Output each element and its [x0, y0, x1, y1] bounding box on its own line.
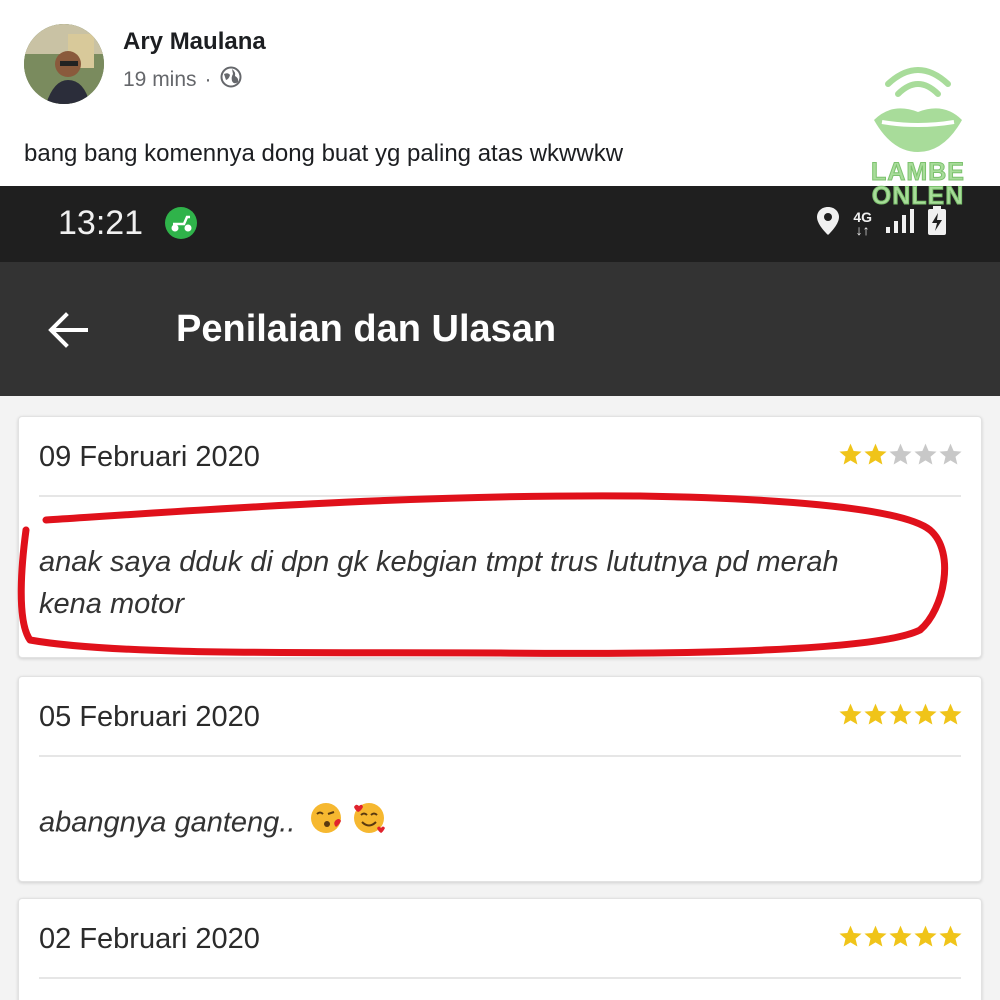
lips-icon [874, 67, 962, 152]
star-filled-icon [864, 443, 887, 465]
page-title: Penilaian dan Ulasan [176, 308, 557, 350]
review-date: 02 Februari 2020 [39, 923, 260, 955]
star-empty-icon [889, 443, 912, 465]
post-time[interactable]: 19 mins [123, 68, 197, 92]
star-empty-icon [914, 443, 937, 465]
author-name[interactable]: Ary Maulana [123, 28, 266, 56]
smiling-face-with-hearts-emoji-icon [352, 801, 386, 847]
review-date: 09 Februari 2020 [39, 441, 260, 473]
post-meta: 19 mins · [123, 66, 242, 94]
star-rating [838, 442, 963, 467]
arrow-left-icon [48, 312, 88, 348]
network-indicator: 4G ↓↑ [853, 210, 872, 238]
network-activity-icon: ↓↑ [855, 221, 870, 238]
divider [39, 495, 961, 497]
star-empty-icon [939, 443, 962, 465]
location-icon [815, 206, 841, 241]
kissing-face-emoji-icon [309, 801, 343, 847]
review-text-line: abangnya ganteng.. [39, 806, 296, 839]
star-filled-icon [889, 703, 912, 725]
post-header: Ary Maulana 19 mins · bang bang komennya… [0, 0, 1000, 186]
avatar[interactable] [24, 24, 104, 104]
star-filled-icon [839, 925, 862, 947]
app-bar: Penilaian dan Ulasan [0, 262, 1000, 396]
star-filled-icon [864, 925, 887, 947]
meta-separator: · [204, 68, 212, 91]
review-card: 05 Februari 2020 abangnya ganteng.. [18, 676, 982, 882]
star-rating [838, 702, 963, 727]
status-bar: 13:21 4G ↓↑ [0, 186, 1000, 262]
watermark-logo: LAMBE ONLEN [858, 64, 978, 214]
reviews-list[interactable]: 09 Februari 2020 anak saya dduk di dpn g… [0, 396, 1000, 1000]
star-filled-icon [939, 925, 962, 947]
review-text: abangnya ganteng.. [39, 801, 386, 847]
review-date: 05 Februari 2020 [39, 701, 260, 733]
scooter-app-icon [164, 206, 198, 245]
globe-icon [220, 66, 242, 94]
review-card: 02 Februari 2020 [18, 898, 982, 1000]
back-button[interactable] [44, 306, 92, 354]
watermark-text-line2: ONLEN [871, 182, 965, 211]
divider [39, 977, 961, 979]
star-filled-icon [914, 703, 937, 725]
star-rating [838, 924, 963, 949]
star-filled-icon [889, 925, 912, 947]
review-text-line: kena motor [39, 588, 185, 620]
star-filled-icon [839, 443, 862, 465]
review-text: anak saya dduk di dpn gk kebgian tmpt tr… [39, 541, 839, 625]
status-clock: 13:21 [58, 204, 144, 242]
post-text: bang bang komennya dong buat yg paling a… [24, 140, 624, 167]
review-card: 09 Februari 2020 anak saya dduk di dpn g… [18, 416, 982, 658]
star-filled-icon [864, 703, 887, 725]
star-filled-icon [939, 703, 962, 725]
review-text-line: anak saya dduk di dpn gk kebgian tmpt tr… [39, 546, 839, 578]
star-filled-icon [914, 925, 937, 947]
star-filled-icon [839, 703, 862, 725]
divider [39, 755, 961, 757]
